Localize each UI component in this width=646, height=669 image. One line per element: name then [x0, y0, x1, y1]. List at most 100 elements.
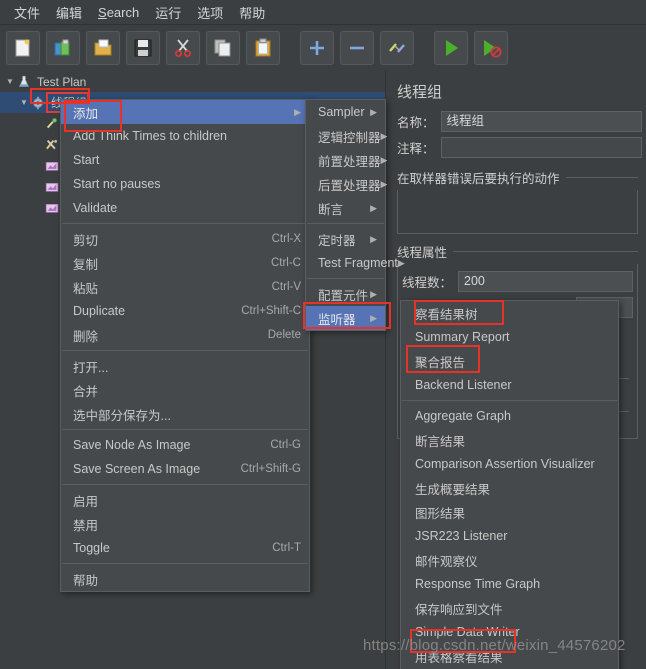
menu-item-menu3-2[interactable]: Summary Report	[401, 325, 618, 349]
menu-item-label: 邮件观察仪	[415, 554, 478, 569]
menu-item-menu3-1[interactable]: 察看结果树	[401, 301, 618, 325]
menu-item-menu1-19[interactable]: 帮助	[61, 567, 309, 591]
menu-item-label: 复制	[73, 257, 99, 272]
menu-item-menu1-16[interactable]: 启用	[61, 488, 309, 512]
menu-item-menu2-9[interactable]: 监听器 ▶	[306, 306, 385, 330]
submenu-arrow-icon: ▶	[370, 202, 377, 213]
templates-icon	[54, 39, 70, 56]
listener-submenu[interactable]: 察看结果树 Summary Report 聚合报告 Backend Listener A…	[400, 300, 619, 669]
menu-item-menu1-13[interactable]: 选中部分保存为...	[61, 402, 309, 426]
toolbar-new-test-plan-button[interactable]	[6, 31, 40, 65]
thread-group-context-menu[interactable]: 添加 ▶ Add Think Times to children Start Start…	[60, 99, 310, 592]
submenu-arrow-icon: ▶	[370, 288, 377, 299]
menu-item-label: 选中部分保存为...	[73, 408, 171, 423]
menu-item-menu1-17[interactable]: 禁用	[61, 512, 309, 536]
menu-item-menu1-8[interactable]: 粘贴 Ctrl-V	[61, 275, 309, 299]
toolbar-copy-button[interactable]	[206, 31, 240, 65]
toggle-icon	[389, 43, 405, 53]
menubar-item-5[interactable]: 选项	[189, 0, 231, 25]
menu-separator	[402, 400, 617, 401]
tree-node-1[interactable]: ▼ Test Plan	[0, 71, 385, 92]
menu-item-label: 断言结果	[415, 434, 466, 449]
menu-item-menu2-4[interactable]: 后置处理器 ▶	[306, 172, 388, 196]
threads-input[interactable]: 200	[458, 270, 633, 292]
menu-item-menu1-18[interactable]: Toggle Ctrl-T	[61, 536, 309, 560]
menu-bar: 文件 编辑 Search 运行 选项 帮助	[0, 0, 646, 25]
add-submenu[interactable]: Sampler ▶ 逻辑控制器 ▶ 前置处理器 ▶ 后置处理器 ▶ 断言 ▶ 定时器 ▶ Test Fr…	[305, 99, 405, 331]
menu-item-menu1-3[interactable]: Start	[61, 148, 309, 172]
menu-separator	[307, 223, 384, 224]
name-row: 名称： 线程组	[387, 108, 646, 134]
menu-item-menu1-9[interactable]: Duplicate Ctrl+Shift-C	[61, 299, 309, 323]
menu-item-menu3-10[interactable]: JSR223 Listener	[401, 524, 618, 548]
menu-item-menu2-1[interactable]: Sampler ▶	[306, 100, 385, 124]
menu-item-menu2-6[interactable]: 定时器 ▶	[306, 227, 385, 251]
collapse-all-icon	[350, 46, 364, 50]
menu-item-menu1-6[interactable]: 剪切 Ctrl-X	[61, 227, 309, 251]
toolbar-save-button[interactable]	[126, 31, 160, 65]
menu-item-menu1-11[interactable]: 打开...	[61, 354, 309, 378]
expand-collapse-icon[interactable]: ▼	[18, 98, 30, 107]
menu-item-menu1-5[interactable]: Validate	[61, 196, 309, 220]
menu-item-menu3-12[interactable]: Response Time Graph	[401, 572, 618, 596]
menu-item-menu1-2[interactable]: Add Think Times to children	[61, 124, 309, 148]
toolbar-start-no-pauses-button[interactable]	[474, 31, 508, 65]
menu-item-menu3-14[interactable]: Simple Data Writer	[401, 620, 618, 644]
menu-item-menu2-2[interactable]: 逻辑控制器 ▶	[306, 124, 387, 148]
comment-input[interactable]	[440, 136, 642, 158]
threads-label: 线程数：	[402, 275, 453, 290]
menu-item-menu2-5[interactable]: 断言 ▶	[306, 196, 385, 220]
toolbar-toggle-button[interactable]	[380, 31, 414, 65]
menu-item-menu1-14[interactable]: Save Node As Image Ctrl-G	[61, 433, 309, 457]
menu-item-shortcut: Ctrl-T	[272, 542, 301, 554]
menu-item-menu2-8[interactable]: 配置元件 ▶	[306, 282, 385, 306]
menu-item-label: 合并	[73, 384, 99, 399]
toolbar-cut-button[interactable]	[166, 31, 200, 65]
menu-separator	[62, 429, 308, 430]
name-label: 名称：	[397, 115, 435, 130]
menu-item-menu3-4[interactable]: Backend Listener	[401, 373, 618, 397]
expand-collapse-icon[interactable]: ▼	[4, 77, 16, 86]
menu-item-label: Response Time Graph	[415, 577, 541, 591]
menubar-item-3[interactable]: Search	[90, 2, 147, 23]
menu-item-menu3-15[interactable]: 用表格察看结果	[401, 644, 618, 668]
menu-item-menu3-13[interactable]: 保存响应到文件	[401, 596, 618, 620]
menubar-item-2[interactable]: 编辑	[48, 0, 90, 25]
menu-separator	[307, 278, 384, 279]
menu-item-label: 察看结果树	[415, 307, 478, 322]
menu-item-menu1-1[interactable]: 添加 ▶	[61, 100, 309, 124]
menu-item-menu1-7[interactable]: 复制 Ctrl-C	[61, 251, 309, 275]
menu-item-menu3-8[interactable]: 生成概要结果	[401, 476, 618, 500]
menubar-item-1[interactable]: 文件	[6, 0, 48, 25]
menu-item-menu3-3[interactable]: 聚合报告	[401, 349, 618, 373]
menu-item-menu2-7[interactable]: Test Fragment ▶	[306, 251, 405, 275]
toolbar-start-button[interactable]	[434, 31, 468, 65]
start-no-pauses-icon	[484, 40, 502, 58]
test-plan-icon	[16, 74, 34, 90]
toolbar-paste-button[interactable]	[246, 31, 280, 65]
menu-item-menu3-6[interactable]: 断言结果	[401, 428, 618, 452]
copy-icon	[214, 39, 231, 57]
menu-item-menu1-12[interactable]: 合并	[61, 378, 309, 402]
menu-item-menu1-10[interactable]: 删除 Delete	[61, 323, 309, 347]
menu-item-menu1-4[interactable]: Start no pauses	[61, 172, 309, 196]
submenu-arrow-icon: ▶	[380, 178, 388, 189]
menu-item-menu1-15[interactable]: Save Screen As Image Ctrl+Shift-G	[61, 457, 309, 481]
menu-item-menu3-11[interactable]: 邮件观察仪	[401, 548, 618, 572]
toolbar-expand-all-button[interactable]	[300, 31, 334, 65]
menubar-item-4[interactable]: 运行	[147, 0, 189, 25]
menu-item-menu3-9[interactable]: 图形结果	[401, 500, 618, 524]
menu-item-menu3-5[interactable]: Aggregate Graph	[401, 404, 618, 428]
menu-item-menu2-3[interactable]: 前置处理器 ▶	[306, 148, 388, 172]
submenu-arrow-icon: ▶	[380, 154, 388, 165]
toolbar-open-button[interactable]	[86, 31, 120, 65]
toolbar-templates-button[interactable]	[46, 31, 80, 65]
menu-item-label: Comparison Assertion Visualizer	[415, 457, 595, 471]
paste-icon	[255, 38, 271, 57]
menu-item-label: 剪切	[73, 233, 99, 248]
menubar-item-6[interactable]: 帮助	[231, 0, 273, 25]
comment-label: 注释：	[397, 141, 435, 156]
menu-item-menu3-7[interactable]: Comparison Assertion Visualizer	[401, 452, 618, 476]
toolbar-collapse-all-button[interactable]	[340, 31, 374, 65]
name-input[interactable]: 线程组	[440, 110, 642, 132]
